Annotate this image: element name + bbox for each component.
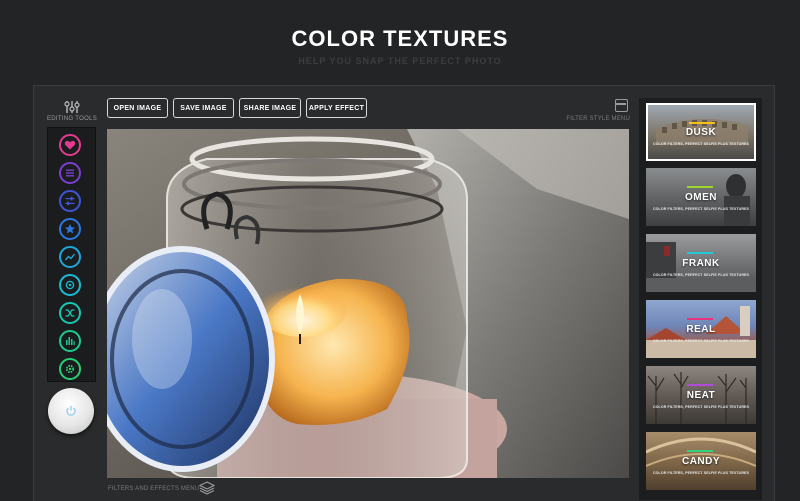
hero-subtitle: HELP YOU SNAP THE PERFECT PHOTO <box>298 56 502 66</box>
shuffle-icon <box>65 309 75 317</box>
filter-card-candy[interactable]: CANDY COLOR FILTERS, PERFECT SELFIE PLUS… <box>646 432 756 490</box>
bars-icon <box>66 337 75 345</box>
filter-accent-bar <box>687 186 713 188</box>
list-tool-button[interactable] <box>59 162 81 184</box>
filter-desc: COLOR FILTERS, PERFECT SELFIE PLUS TEXTU… <box>652 273 750 277</box>
filter-desc: COLOR FILTERS, PERFECT SELFIE PLUS TEXTU… <box>652 207 750 211</box>
filter-style-menu-label: FILTER STYLE MENU <box>566 116 630 122</box>
filter-accent-bar <box>687 252 713 254</box>
apply-effect-button[interactable]: APPLY EFFECT <box>306 98 367 118</box>
focus-icon <box>65 280 75 290</box>
curve-icon <box>64 253 76 261</box>
filter-card-neat[interactable]: NEAT COLOR FILTERS, PERFECT SELFIE PLUS … <box>646 366 756 424</box>
filter-desc: COLOR FILTERS, PERFECT SELFIE PLUS TEXTU… <box>652 339 750 343</box>
heart-tool-button[interactable] <box>59 134 81 156</box>
save-image-button[interactable]: SAVE IMAGE <box>173 98 234 118</box>
gear-icon <box>65 364 75 374</box>
editing-tools-label: EDITING TOOLS <box>46 116 98 122</box>
star-icon <box>65 224 75 234</box>
filter-card-omen[interactable]: OMEN COLOR FILTERS, PERFECT SELFIE PLUS … <box>646 168 756 226</box>
filter-name: REAL <box>686 324 716 335</box>
share-image-button[interactable]: SHARE IMAGE <box>239 98 301 118</box>
levels-tool-button[interactable] <box>59 330 81 352</box>
editing-tools-header: EDITING TOOLS <box>46 100 98 122</box>
filter-desc: COLOR FILTERS, PERFECT SELFIE PLUS TEXTU… <box>652 405 750 409</box>
filter-desc: COLOR FILTERS, PERFECT SELFIE PLUS TEXTU… <box>652 471 750 475</box>
power-button[interactable] <box>48 388 94 434</box>
tools-panel <box>47 127 96 382</box>
filter-accent-bar <box>687 450 713 452</box>
filter-desc: COLOR FILTERS, PERFECT SELFIE PLUS TEXTU… <box>652 142 750 146</box>
focus-tool-button[interactable] <box>59 274 81 296</box>
hero-title: COLOR TEXTURES <box>291 26 509 51</box>
filter-name: DUSK <box>685 127 717 138</box>
filter-accent-bar <box>687 318 713 320</box>
filter-card-dusk[interactable]: DUSK COLOR FILTERS, PERFECT SELFIE PLUS … <box>646 103 756 161</box>
filter-name: FRANK <box>682 258 720 269</box>
shuffle-tool-button[interactable] <box>59 302 81 324</box>
layers-icon[interactable] <box>199 481 215 495</box>
filter-style-menu-icon[interactable] <box>615 99 628 112</box>
star-tool-button[interactable] <box>59 218 81 240</box>
gear-tool-button[interactable] <box>59 358 81 380</box>
filter-name: NEAT <box>686 390 716 401</box>
filter-accent-bar <box>687 384 713 386</box>
sliders-icon <box>64 101 80 113</box>
curve-tool-button[interactable] <box>59 246 81 268</box>
filter-card-frank[interactable]: FRANK COLOR FILTERS, PERFECT SELFIE PLUS… <box>646 234 756 292</box>
heart-icon <box>64 140 76 150</box>
open-image-button[interactable]: OPEN IMAGE <box>107 98 168 118</box>
adjust-icon <box>65 196 75 206</box>
list-icon <box>66 169 74 177</box>
candle-jar-photo <box>107 129 629 478</box>
filter-name: CANDY <box>681 456 721 467</box>
adjust-tool-button[interactable] <box>59 190 81 212</box>
power-icon <box>66 406 76 416</box>
filter-name: OMEN <box>685 192 717 203</box>
filter-card-real[interactable]: REAL COLOR FILTERS, PERFECT SELFIE PLUS … <box>646 300 756 358</box>
filters-effects-menu-label: FILTERS AND EFFECTS MENU <box>108 486 200 492</box>
photo-canvas[interactable] <box>107 129 629 478</box>
filter-accent-bar <box>689 122 715 124</box>
